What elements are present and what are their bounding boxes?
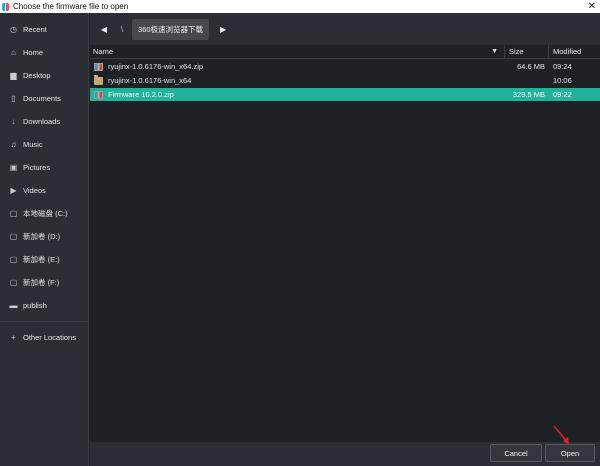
title-bar: Choose the firmware file to open ✕ [0,0,600,13]
file-name: Firmware 10.2.0.zip [108,90,174,99]
download-icon: ↓ [11,117,16,126]
sidebar-item-label: Pictures [23,163,51,172]
cancel-button[interactable]: Cancel [490,444,542,462]
breadcrumb-current[interactable]: 360极速浏览器下载 [132,18,210,40]
app-logo-icon [2,2,9,11]
breadcrumb-root[interactable]: \ [112,25,132,34]
column-size-label: Size [509,47,524,56]
sidebar-item-downloads[interactable]: ↓ Downloads [0,110,88,133]
folder-icon [94,74,103,85]
sidebar-item-label: Documents [23,94,61,103]
forward-arrow-icon[interactable]: ▶ [215,25,231,34]
sidebar: ◷ Recent ⌂ Home ▆ Desktop ▯ Documents ↓ Downl… [0,13,89,466]
sidebar-item-label: Downloads [23,117,61,126]
file-row[interactable]: ryujinx-1.0.6176-win_x64.zip 64.6 MB 09:… [90,60,600,73]
sidebar-item-drive-d[interactable]: ▢ 新加卷 (D:) [0,225,88,248]
sidebar-item-publish[interactable]: ▬ publish [0,294,88,317]
picture-icon: ▣ [9,163,18,172]
sidebar-item-videos[interactable]: ▶ Videos [0,179,88,202]
file-modified: 10:06 [553,76,572,85]
column-header: Name ▼ Size Modified [90,44,600,59]
drive-icon: ▢ [9,255,18,264]
plus-icon: + [11,333,16,342]
sidebar-item-label: 新加卷 (D:) [23,232,61,241]
file-size: 64.6 MB [517,62,545,71]
sidebar-item-documents[interactable]: ▯ Documents [0,87,88,110]
zip-archive-icon [94,90,103,99]
column-modified-label: Modified [553,47,582,56]
sidebar-divider [0,321,88,322]
folder-icon: ▬ [9,301,18,310]
sidebar-item-label: 本地磁盘 (C:) [23,209,68,218]
back-arrow-icon[interactable]: ◀ [96,25,112,34]
sidebar-item-label: Other Locations [23,333,76,342]
sidebar-item-label: Music [23,140,43,149]
sidebar-item-label: 新加卷 (E:) [23,255,60,264]
window-title: Choose the firmware file to open [13,2,129,11]
sidebar-item-label: Desktop [23,71,51,80]
sidebar-item-drive-f[interactable]: ▢ 新加卷 (F:) [0,271,88,294]
sidebar-item-desktop[interactable]: ▆ Desktop [0,64,88,87]
video-icon: ▶ [10,186,17,195]
document-icon: ▯ [11,94,16,103]
sidebar-item-drive-c[interactable]: ▢ 本地磁盘 (C:) [0,202,88,225]
file-size: 329.5 MB [512,90,545,99]
zip-archive-icon [94,62,103,71]
file-row-selected[interactable]: Firmware 10.2.0.zip 329.5 MB 09:22 [90,88,600,101]
sidebar-item-label: Home [23,48,44,57]
file-name: ryujinx-1.0.6176-win_x64 [108,76,192,85]
sidebar-item-label: 新加卷 (F:) [23,278,60,287]
column-name-label: Name [93,47,114,56]
path-bar: ◀ \ 360极速浏览器下载 ▶ [90,13,600,45]
open-button[interactable]: Open [545,444,595,462]
file-row[interactable]: ryujinx-1.0.6176-win_x64 10:06 [90,74,600,87]
sidebar-item-label: Recent [23,25,47,34]
sidebar-item-home[interactable]: ⌂ Home [0,41,88,64]
sidebar-item-label: publish [23,301,47,310]
column-name[interactable]: Name ▼ [90,44,505,59]
file-name: ryujinx-1.0.6176-win_x64.zip [108,62,204,71]
home-icon: ⌂ [11,48,16,57]
music-icon: ♫ [10,140,17,149]
file-modified: 09:22 [553,90,572,99]
sidebar-item-drive-e[interactable]: ▢ 新加卷 (E:) [0,248,88,271]
column-modified[interactable]: Modified [549,47,600,56]
sidebar-item-music[interactable]: ♫ Music [0,133,88,156]
sort-descending-icon[interactable]: ▼ [491,48,498,55]
action-bar: Cancel Open [90,442,600,466]
sidebar-item-pictures[interactable]: ▣ Pictures [0,156,88,179]
drive-icon: ▢ [9,232,18,241]
close-icon[interactable]: ✕ [588,0,596,13]
sidebar-item-other-locations[interactable]: + Other Locations [0,326,88,349]
file-modified: 09:24 [553,62,572,71]
sidebar-item-recent[interactable]: ◷ Recent [0,18,88,41]
file-list: Name ▼ Size Modified ryujinx-1.0.6176-wi… [90,44,600,442]
clock-icon: ◷ [10,25,17,34]
drive-icon: ▢ [9,278,18,287]
desktop-folder-icon: ▆ [10,71,17,80]
annotation-arrow-icon [553,425,569,445]
sidebar-item-label: Videos [23,186,46,195]
drive-icon: ▢ [9,209,18,218]
column-size[interactable]: Size [505,44,549,59]
